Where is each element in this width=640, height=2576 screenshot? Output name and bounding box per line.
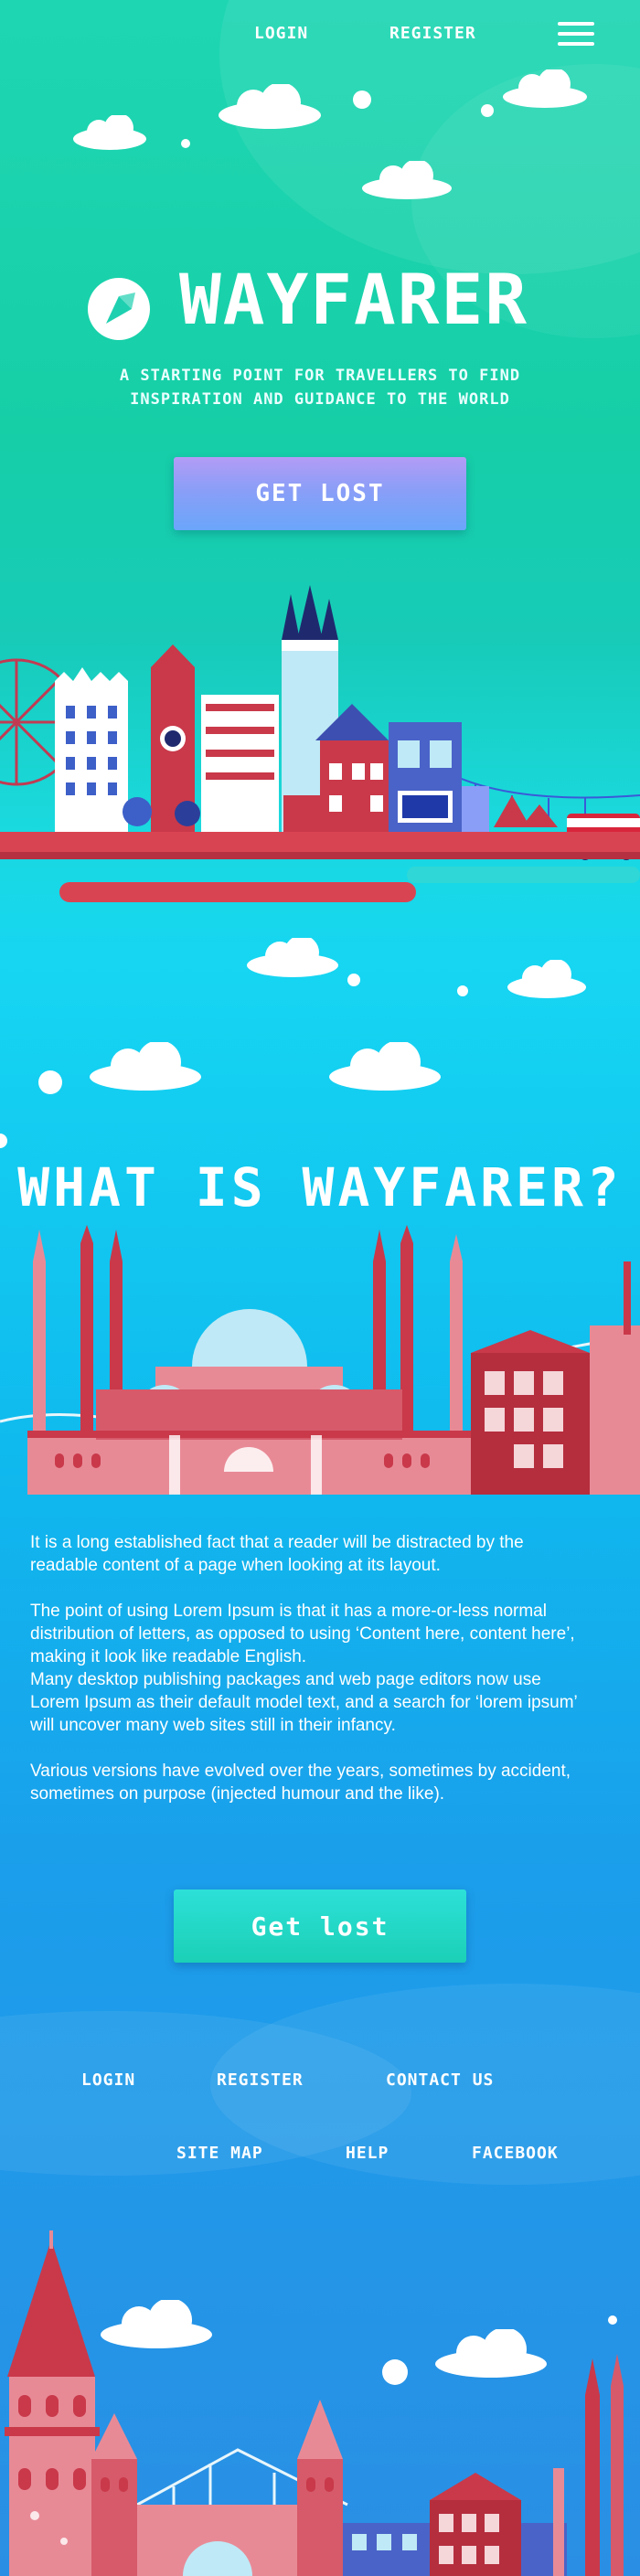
tagline-line-1: A STARTING POINT FOR TRAVELLERS TO FIND (119, 367, 521, 385)
about-paragraph-1: It is a long established fact that a rea… (30, 1533, 524, 1575)
footer-facebook-link[interactable]: FACEBOOK (472, 2144, 559, 2163)
sky-dots (181, 90, 494, 148)
get-lost-cta-button[interactable]: Get lost (174, 1889, 466, 1963)
footer-contact-link[interactable]: CONTACT US (386, 2070, 494, 2090)
about-paragraph-2: The point of using Lorem Ipsum is that i… (30, 1602, 575, 1666)
section-title-what-is: WHAT IS WAYFARER? (17, 1156, 623, 1219)
footer-login-link[interactable]: LOGIN (81, 2070, 135, 2090)
tagline-line-2: INSPIRATION AND GUIDANCE TO THE WORLD (130, 390, 510, 409)
compass-logo-icon (88, 278, 150, 340)
footer-sitemap-link[interactable]: SITE MAP (176, 2144, 263, 2163)
about-text: It is a long established fact that a rea… (30, 1531, 579, 1828)
brand-title: WAYFARER (179, 259, 529, 340)
old-town-illustration (5, 2230, 624, 2576)
sky-dots (0, 974, 468, 1148)
mosque-illustration (0, 1225, 640, 1495)
footer-register-link[interactable]: REGISTER (217, 2070, 304, 2090)
footer-help-link[interactable]: HELP (346, 2144, 389, 2163)
page: LOGIN REGISTER WAYFARER A STARTING POINT… (0, 0, 640, 2576)
about-paragraph-4: Various versions have evolved over the y… (30, 1762, 571, 1804)
hero-tagline: A STARTING POINT FOR TRAVELLERS TO FIND … (64, 364, 576, 411)
get-lost-hero-button[interactable]: GET LOST (174, 457, 466, 530)
about-paragraph-3: Many desktop publishing packages and web… (30, 1670, 578, 1735)
city-skyline-illustration (0, 585, 640, 902)
